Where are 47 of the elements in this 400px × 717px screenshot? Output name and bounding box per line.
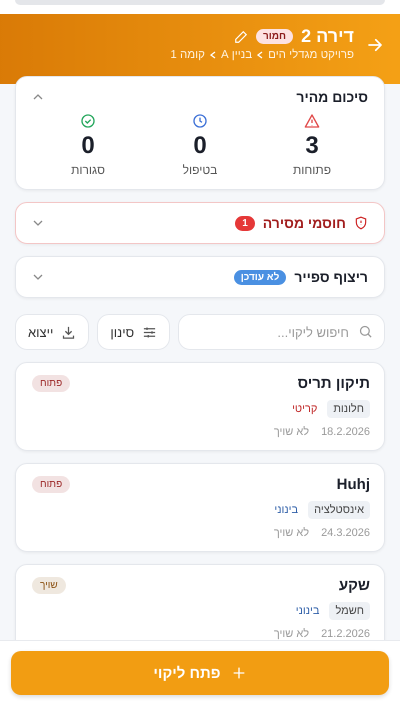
download-icon bbox=[61, 324, 76, 340]
panel-title: חוסמי מסירה bbox=[262, 215, 346, 231]
spare-tiles-panel[interactable]: ריצוף ספייר לא עודכן bbox=[15, 256, 385, 298]
chevron-icon bbox=[257, 51, 264, 59]
export-button[interactable]: ייצוא bbox=[15, 314, 90, 350]
search-field[interactable]: חיפוש ליקוי... bbox=[178, 314, 385, 350]
chevron-icon bbox=[210, 51, 216, 59]
status-badge: שויך bbox=[32, 577, 66, 594]
status-badge: לא עודכן bbox=[234, 270, 286, 284]
issue-title: שקע bbox=[338, 577, 370, 594]
back-arrow-icon[interactable] bbox=[366, 36, 384, 54]
severity-badge: חמור bbox=[256, 29, 294, 44]
status-badge: פתוח bbox=[32, 375, 70, 392]
category-tag: חלונות bbox=[327, 400, 370, 418]
check-circle-icon bbox=[80, 113, 96, 129]
assignee-label: לא שויך bbox=[274, 527, 310, 539]
severity-label: בינוני bbox=[296, 605, 320, 617]
assignee-label: לא שויך bbox=[274, 426, 310, 438]
edit-icon[interactable] bbox=[234, 30, 248, 44]
clock-icon bbox=[192, 113, 208, 129]
category-tag: אינסטלציה bbox=[308, 501, 370, 519]
category-tag: חשמל bbox=[329, 602, 370, 620]
status-badge: פתוח bbox=[32, 476, 70, 493]
page-title: דירה 2 bbox=[301, 26, 354, 47]
stat-value: 0 bbox=[193, 132, 207, 160]
stat-label: פתוחות bbox=[292, 163, 332, 177]
stat-value: 0 bbox=[81, 132, 95, 160]
sliders-icon bbox=[142, 324, 158, 340]
plus-icon bbox=[230, 665, 247, 681]
filter-button[interactable]: סינון bbox=[97, 314, 170, 350]
shield-icon bbox=[354, 216, 368, 230]
issue-title: תיקון תריס bbox=[298, 375, 370, 392]
severity-label: בינוני bbox=[274, 504, 298, 516]
card-title: סיכום מהיר bbox=[296, 89, 368, 105]
issue-date: 24.3.2026 bbox=[321, 527, 370, 539]
issue-date: 21.2.2026 bbox=[321, 628, 370, 640]
search-icon bbox=[358, 324, 373, 339]
stat-label: בטיפול bbox=[182, 163, 218, 177]
count-badge: 1 bbox=[235, 216, 255, 230]
severity-label: קריטי bbox=[292, 403, 318, 415]
issue-title: Huhj bbox=[336, 476, 370, 493]
issue-date: 18.2.2026 bbox=[321, 426, 370, 438]
stat-value: 3 bbox=[305, 132, 319, 160]
assignee-label: לא שויך bbox=[274, 628, 310, 640]
panel-title: ריצוף ספייר bbox=[294, 269, 368, 285]
stat-label: סגורות bbox=[71, 163, 105, 177]
warning-icon bbox=[304, 113, 320, 129]
